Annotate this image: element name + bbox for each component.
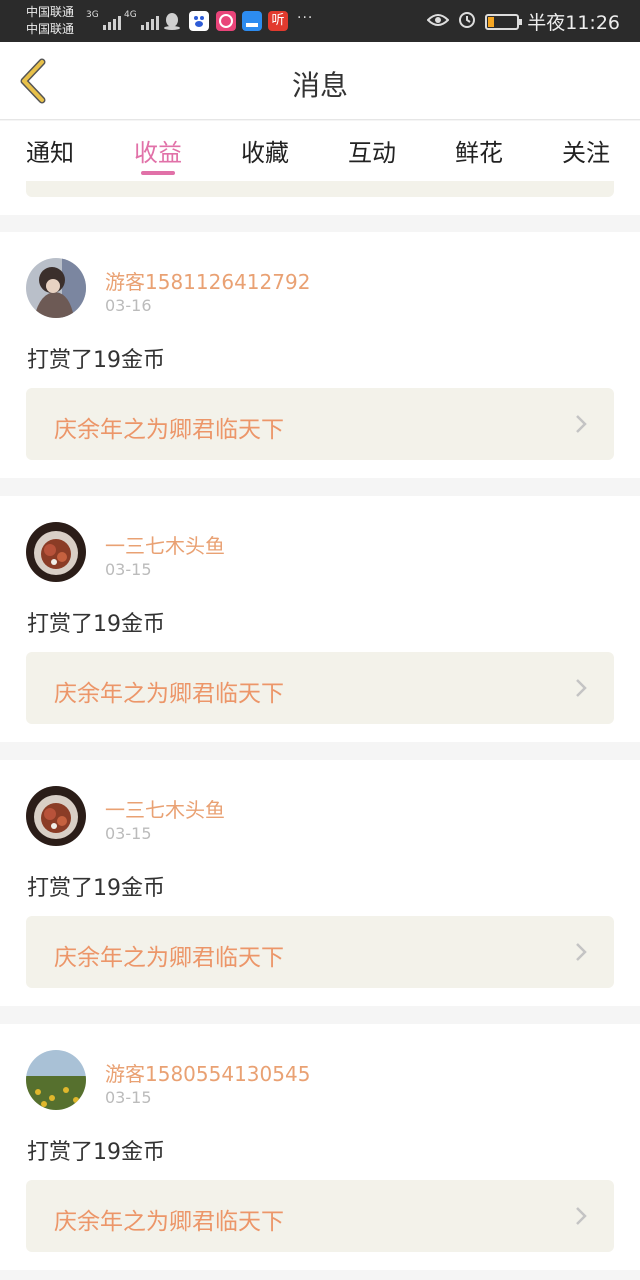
chevron-right-icon bbox=[576, 943, 587, 961]
ting-icon: 听 bbox=[268, 11, 288, 31]
book-title: 庆余年之为卿君临天下 bbox=[54, 681, 284, 707]
message-icon bbox=[242, 11, 262, 31]
active-tab-indicator bbox=[141, 171, 175, 175]
signal-3g-icon: 3G bbox=[86, 10, 121, 30]
reward-card: 一三七木头鱼 03-15 打赏了19金币 庆余年之为卿君临天下 bbox=[0, 760, 640, 1006]
tab-notifications[interactable]: 通知 bbox=[26, 133, 74, 168]
page-title: 消息 bbox=[291, 69, 348, 102]
chevron-right-icon bbox=[576, 415, 587, 433]
avatar[interactable] bbox=[26, 786, 86, 846]
reward-card: 一三七木头鱼 03-15 打赏了19金币 庆余年之为卿君临天下 bbox=[0, 496, 640, 742]
status-time: 半夜11:26 bbox=[527, 12, 620, 34]
book-link[interactable]: 庆余年之为卿君临天下 bbox=[26, 916, 614, 988]
reward-date: 03-15 bbox=[105, 824, 152, 843]
reward-date: 03-15 bbox=[105, 1088, 152, 1107]
book-title: 庆余年之为卿君临天下 bbox=[54, 945, 284, 971]
battery-icon bbox=[485, 13, 523, 30]
more-notifications-icon: ··· bbox=[297, 10, 314, 26]
reward-text: 打赏了19金币 bbox=[27, 1140, 165, 1165]
status-bar: 中国联通 中国联通 3G 4G 听 ··· 半夜11:26 bbox=[0, 0, 640, 42]
carrier-labels: 中国联通 中国联通 bbox=[26, 4, 74, 38]
tab-favorites[interactable]: 收藏 bbox=[241, 133, 289, 168]
username[interactable]: 一三七木头鱼 bbox=[105, 530, 225, 559]
eye-icon bbox=[426, 11, 450, 33]
username[interactable]: 一三七木头鱼 bbox=[105, 794, 225, 823]
signal-4g-icon: 4G bbox=[124, 10, 159, 30]
username[interactable]: 游客1580554130545 bbox=[105, 1058, 310, 1087]
book-link[interactable]: 庆余年之为卿君临天下 bbox=[26, 388, 614, 460]
carrier-1: 中国联通 bbox=[26, 5, 75, 19]
weibo-icon bbox=[216, 11, 236, 31]
tab-flowers[interactable]: 鲜花 bbox=[455, 133, 503, 168]
alarm-icon bbox=[457, 9, 477, 34]
app-header: 消息 bbox=[0, 42, 640, 120]
reward-text: 打赏了19金币 bbox=[27, 876, 165, 901]
book-title: 庆余年之为卿君临天下 bbox=[54, 417, 284, 443]
baidu-icon bbox=[189, 11, 209, 31]
reward-date: 03-16 bbox=[105, 296, 152, 315]
status-right: 半夜11:26 bbox=[426, 8, 620, 35]
tab-interactions[interactable]: 互动 bbox=[348, 133, 396, 168]
book-link[interactable]: 庆余年之为卿君临天下 bbox=[26, 1180, 614, 1252]
book-link[interactable]: 庆余年之为卿君临天下 bbox=[26, 652, 614, 724]
avatar[interactable] bbox=[26, 258, 86, 318]
reward-text: 打赏了19金币 bbox=[27, 348, 165, 373]
chevron-right-icon bbox=[576, 1207, 587, 1225]
qq-icon bbox=[162, 11, 182, 31]
tab-earnings[interactable]: 收益 bbox=[134, 133, 182, 168]
reward-card: 游客1581126412792 03-16 打赏了19金币 庆余年之为卿君临天下 bbox=[0, 232, 640, 478]
previous-card-partial bbox=[0, 181, 640, 215]
reward-date: 03-15 bbox=[105, 560, 152, 579]
tab-follows[interactable]: 关注 bbox=[562, 133, 610, 168]
chevron-right-icon bbox=[576, 679, 587, 697]
reward-card: 游客1580554130545 03-15 打赏了19金币 庆余年之为卿君临天下 bbox=[0, 1024, 640, 1270]
carrier-2: 中国联通 bbox=[26, 22, 75, 36]
tab-bar: 通知 收益 收藏 互动 鲜花 关注 bbox=[0, 121, 640, 181]
username[interactable]: 游客1581126412792 bbox=[105, 266, 310, 295]
reward-text: 打赏了19金币 bbox=[27, 612, 165, 637]
book-title: 庆余年之为卿君临天下 bbox=[54, 1209, 284, 1235]
avatar[interactable] bbox=[26, 1050, 86, 1110]
avatar[interactable] bbox=[26, 522, 86, 582]
